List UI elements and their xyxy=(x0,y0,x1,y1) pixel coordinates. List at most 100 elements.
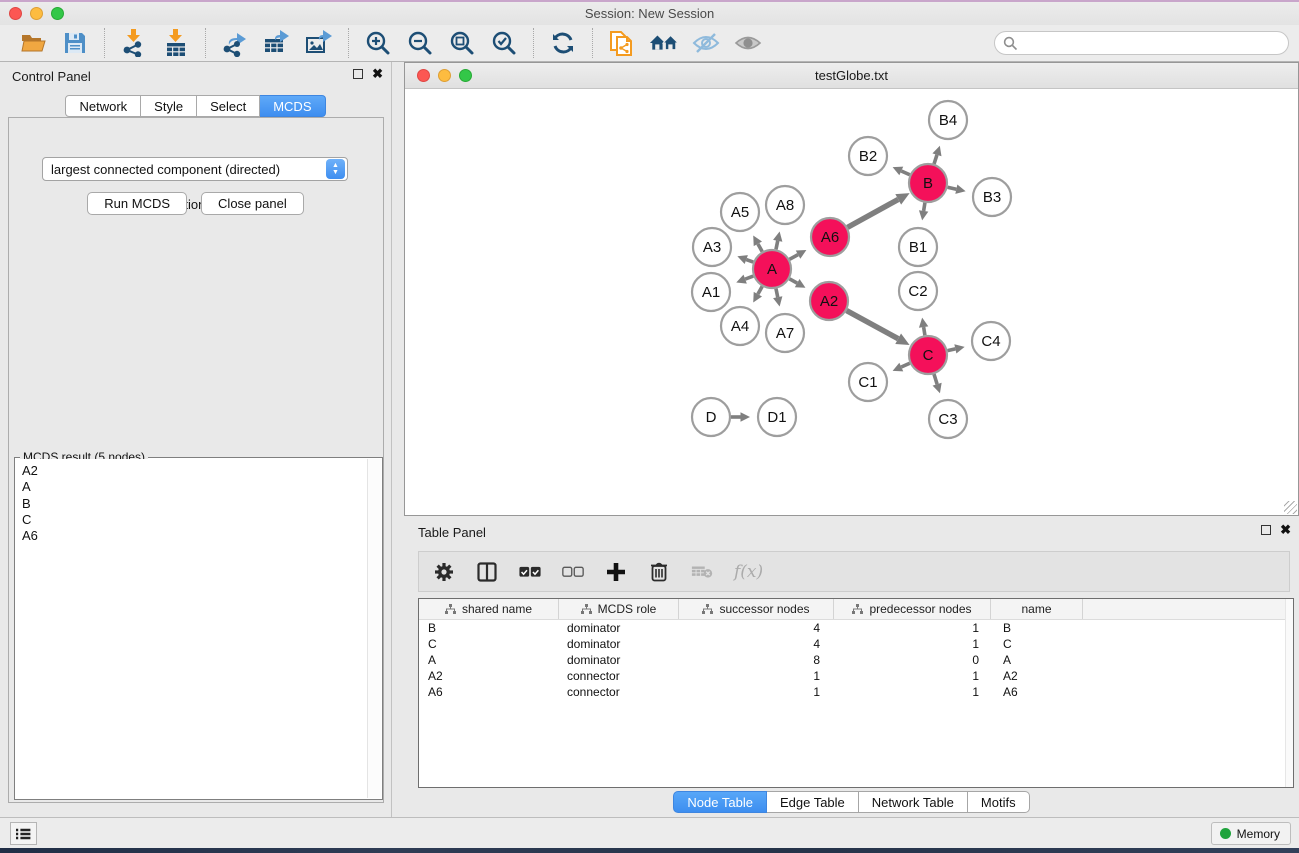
table-row[interactable]: Bdominator41B xyxy=(419,620,1293,636)
column-header-successor-nodes[interactable]: successor nodes xyxy=(679,599,834,619)
criterion-select[interactable]: largest connected component (directed) ▲… xyxy=(42,157,348,181)
table-panel-header: Table Panel ✖ xyxy=(404,518,1299,546)
column-header-name[interactable]: name xyxy=(991,599,1083,619)
table-row[interactable]: A2connector11A2 xyxy=(419,668,1293,684)
tab-network-table[interactable]: Network Table xyxy=(859,791,968,813)
export-image-icon[interactable] xyxy=(304,29,334,57)
zoom-out-icon[interactable] xyxy=(405,29,435,57)
search-box[interactable] xyxy=(994,31,1289,55)
edge-A6-B[interactable] xyxy=(848,199,899,227)
plus-icon[interactable] xyxy=(605,561,627,583)
close-table-panel-icon[interactable]: ✖ xyxy=(1280,525,1291,535)
table-row[interactable]: A6connector11A6 xyxy=(419,684,1293,700)
tab-motifs[interactable]: Motifs xyxy=(968,791,1030,813)
tab-network[interactable]: Network xyxy=(65,95,141,117)
mcds-result-item[interactable]: C xyxy=(22,512,367,528)
edge-C-C1[interactable] xyxy=(901,363,909,367)
import-network-icon[interactable] xyxy=(119,29,149,57)
edge-C-C3[interactable] xyxy=(934,374,937,384)
gear-icon[interactable] xyxy=(433,561,455,583)
tab-mcds[interactable]: MCDS xyxy=(260,95,325,117)
table-cell: 1 xyxy=(834,637,991,651)
float-panel-icon[interactable] xyxy=(353,69,363,79)
table-cell: A xyxy=(419,653,559,667)
mcds-result-list[interactable]: A2ABCA6 xyxy=(16,459,367,798)
edge-C-C2[interactable] xyxy=(924,327,925,335)
checked-boxes-icon[interactable] xyxy=(519,561,541,583)
table-cell: connector xyxy=(559,685,679,699)
edge-B-B3[interactable] xyxy=(948,187,957,189)
save-session-icon[interactable] xyxy=(60,29,90,57)
edge-C-C4[interactable] xyxy=(948,349,956,351)
mcds-list-scrollbar[interactable] xyxy=(367,459,381,798)
list-icon xyxy=(16,828,31,840)
table-cell: A6 xyxy=(419,685,559,699)
tab-style[interactable]: Style xyxy=(141,95,197,117)
edge-A2-C[interactable] xyxy=(847,311,899,339)
export-table-icon[interactable] xyxy=(262,29,292,57)
edge-A-A6[interactable] xyxy=(790,255,799,260)
table-row[interactable]: Cdominator41C xyxy=(419,636,1293,652)
export-network-icon[interactable] xyxy=(220,29,250,57)
zoom-fit-icon[interactable] xyxy=(447,29,477,57)
table-scrollbar[interactable] xyxy=(1285,599,1293,787)
trash-icon[interactable] xyxy=(648,561,670,583)
node-label-A8: A8 xyxy=(776,197,794,214)
column-header-predecessor-nodes[interactable]: predecessor nodes xyxy=(834,599,991,619)
close-panel-icon[interactable]: ✖ xyxy=(372,69,383,79)
tab-node-table[interactable]: Node Table xyxy=(673,791,767,813)
search-input[interactable] xyxy=(1023,36,1273,51)
edge-A-A2[interactable] xyxy=(789,279,797,283)
node-label-B3: B3 xyxy=(983,189,1001,206)
tab-select[interactable]: Select xyxy=(197,95,260,117)
open-file-icon[interactable] xyxy=(18,29,48,57)
delete-table-icon[interactable] xyxy=(691,561,713,583)
edge-B-B1[interactable] xyxy=(924,203,925,211)
houses-icon[interactable] xyxy=(649,29,679,57)
mcds-result-item[interactable]: A xyxy=(22,479,367,495)
edge-A-A5[interactable] xyxy=(758,244,762,252)
mcds-result-item[interactable]: B xyxy=(22,496,367,512)
network-window-titlebar[interactable]: testGlobe.txt xyxy=(405,63,1298,89)
run-mcds-button[interactable]: Run MCDS xyxy=(87,192,187,215)
memory-button[interactable]: Memory xyxy=(1211,822,1291,845)
tab-edge-table[interactable]: Edge Table xyxy=(767,791,859,813)
node-label-B: B xyxy=(923,175,933,192)
edge-A-A7[interactable] xyxy=(776,289,778,298)
columns-icon[interactable] xyxy=(476,561,498,583)
node-label-C4: C4 xyxy=(981,333,1000,350)
memory-label: Memory xyxy=(1237,827,1280,841)
node-label-A1: A1 xyxy=(702,284,720,301)
import-table-icon[interactable] xyxy=(161,29,191,57)
control-panel-tabs: Network Style Select MCDS xyxy=(0,95,391,117)
unchecked-boxes-icon[interactable] xyxy=(562,561,584,583)
zoom-selected-icon[interactable] xyxy=(489,29,519,57)
memory-status-icon xyxy=(1220,828,1231,839)
edge-A-A8[interactable] xyxy=(776,241,778,250)
table-cell: connector xyxy=(559,669,679,683)
edge-B-B4[interactable] xyxy=(934,155,937,164)
table-cell: 1 xyxy=(834,669,991,683)
zoom-in-icon[interactable] xyxy=(363,29,393,57)
resize-grip-icon[interactable] xyxy=(1284,501,1297,514)
mcds-result-item[interactable]: A2 xyxy=(22,463,367,479)
eye-icon[interactable] xyxy=(733,29,763,57)
new-network-from-selection-icon[interactable] xyxy=(607,29,637,57)
refresh-icon[interactable] xyxy=(548,29,578,57)
edge-A-A1[interactable] xyxy=(745,276,753,279)
close-panel-button[interactable]: Close panel xyxy=(201,192,304,215)
column-header-mcds-role[interactable]: MCDS role xyxy=(559,599,679,619)
column-header-shared-name[interactable]: shared name xyxy=(419,599,559,619)
show-panels-list-button[interactable] xyxy=(10,822,37,845)
float-table-panel-icon[interactable] xyxy=(1261,525,1271,535)
node-label-D1: D1 xyxy=(767,409,786,426)
mcds-result-item[interactable]: A6 xyxy=(22,528,367,544)
toolbar-separator xyxy=(348,28,349,58)
eye-slash-icon[interactable] xyxy=(691,29,721,57)
edge-A-A4[interactable] xyxy=(758,286,762,294)
edge-B-B2[interactable] xyxy=(901,171,909,175)
edge-A-A3[interactable] xyxy=(746,260,753,263)
table-row[interactable]: Adominator80A xyxy=(419,652,1293,668)
select-stepper-icon: ▲▼ xyxy=(326,159,345,179)
network-canvas-svg[interactable]: B4B2BB3A8A5A6A3B1AA1C2A2A4A7C4CC1C3DD1 xyxy=(405,89,1298,515)
